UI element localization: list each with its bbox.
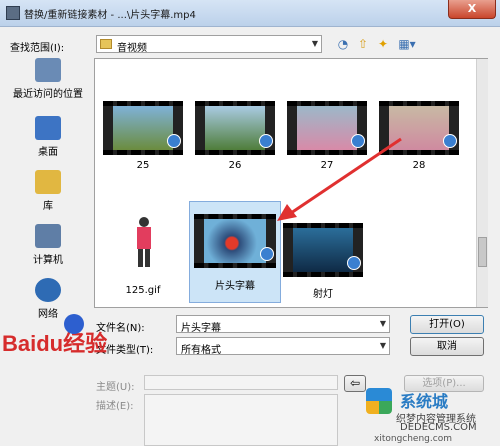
place-label: 最近访问的位置 — [13, 89, 83, 100]
watermark-site2: DEDECMS.COM — [400, 422, 477, 433]
places-bar: 最近访问的位置 桌面 库 计算机 网络 — [6, 58, 90, 348]
cancel-button[interactable]: 取消 — [410, 337, 484, 356]
lookin-value: 音视频 — [117, 43, 147, 54]
chevron-down-icon: ▼ — [311, 39, 318, 48]
up-folder-icon[interactable]: ⇧ — [354, 36, 372, 52]
window-title: 替换/重新链接素材 - ...\片头字幕.mp4 — [24, 10, 196, 21]
filetype-select[interactable]: 所有格式 ▼ — [176, 337, 390, 356]
libraries-icon — [35, 170, 61, 194]
chevron-down-icon: ▼ — [379, 319, 386, 328]
baidu-logo-text: Baidu经验 — [2, 331, 108, 356]
description-label: 描述(E): — [96, 401, 134, 412]
file-list[interactable]: 25 26 27 28 125.gif 片头字幕 射灯 — [94, 58, 488, 308]
app-icon — [6, 6, 20, 20]
paw-icon — [64, 314, 84, 334]
recent-places-icon — [35, 58, 61, 82]
subject-label: 主题(U): — [96, 382, 135, 393]
place-desktop[interactable]: 桌面 — [6, 116, 90, 158]
desktop-icon — [35, 116, 61, 140]
vertical-scrollbar[interactable] — [476, 59, 488, 307]
place-computer[interactable]: 计算机 — [6, 224, 90, 266]
filetype-value: 所有格式 — [181, 345, 221, 356]
open-button[interactable]: 打开(O) — [410, 315, 484, 334]
view-menu-icon[interactable]: ▦▾ — [394, 36, 420, 52]
annotation-arrow — [277, 137, 402, 221]
new-folder-icon[interactable]: ✦ — [374, 36, 392, 52]
place-label: 库 — [43, 201, 53, 212]
close-button[interactable]: X — [448, 0, 496, 19]
place-recent[interactable]: 最近访问的位置 — [6, 58, 90, 100]
dialog-window: 替换/重新链接素材 - ...\片头字幕.mp4 X 查找范围(I): 音视频 … — [0, 0, 500, 446]
windows-logo-icon — [366, 388, 392, 414]
filename-value: 片头字幕 — [181, 323, 221, 334]
computer-icon — [35, 224, 61, 248]
network-icon — [35, 278, 61, 302]
lookin-label: 查找范围(I): — [10, 43, 65, 54]
baidu-watermark: Baidu经验 — [0, 312, 130, 360]
filename-input[interactable]: 片头字幕 ▼ — [176, 315, 390, 334]
place-libraries[interactable]: 库 — [6, 170, 90, 212]
place-label: 计算机 — [33, 255, 63, 266]
place-label: 桌面 — [38, 147, 58, 158]
watermark-site4: 系统城 — [400, 392, 449, 411]
scrollbar-thumb[interactable] — [478, 237, 487, 267]
watermark-site3: xitongcheng.com — [374, 434, 452, 444]
subject-input — [144, 375, 338, 390]
back-icon[interactable]: ◔ — [334, 36, 352, 52]
lookin-combo[interactable]: 音视频 ▼ — [96, 35, 322, 54]
description-input — [144, 394, 338, 446]
folder-icon — [100, 39, 112, 49]
site-watermark: 系统城 织梦内容管理系统 DEDECMS.COM xitongcheng.com — [360, 388, 500, 446]
title-bar: 替换/重新链接素材 - ...\片头字幕.mp4 X — [0, 0, 500, 27]
chevron-down-icon: ▼ — [379, 341, 386, 350]
